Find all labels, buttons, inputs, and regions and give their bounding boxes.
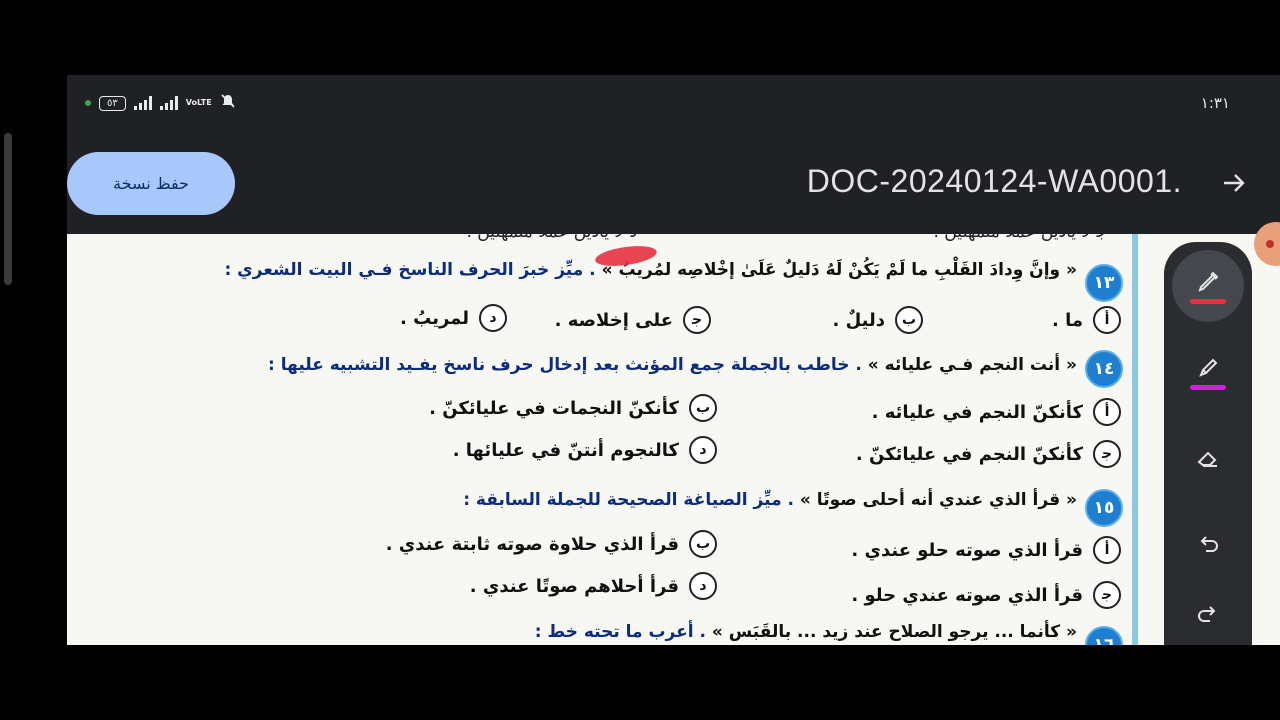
option-text: قرأ الذي حلاوة صوته ثابتة عندي . (385, 533, 679, 555)
answer-option: د كالنجوم أنتنّ في عليائها . (453, 436, 717, 464)
question-prompt: « كأنما ... يرجو الصلاح عند زيد ... بالق… (535, 622, 1077, 642)
question-instruction: . خاطب بالجملة جمع المؤنث بعد إدخال حرف … (268, 355, 862, 375)
signal-bars-2-icon (159, 96, 178, 110)
option-letter: أ (1093, 398, 1121, 426)
document-title: DOC-20240124-WA0001. (806, 163, 1182, 199)
question-number-badge: ١٦ (1085, 626, 1123, 645)
answer-option: ﺟ على إخلاصه . (555, 306, 711, 334)
volte-icon: VoLTE (185, 98, 212, 107)
question-number-badge: ١٣ (1085, 264, 1123, 302)
top-app-bar: حفظ نسخة DOC-20240124-WA0001. (67, 133, 1280, 234)
question-prompt: « وإنَّ وِدادَ القَلْبِ ما لَمْ يَكُنْ ل… (224, 260, 1077, 280)
pen-color-indicator (1190, 299, 1226, 304)
answer-option: د قرأ أحلاهم صوتًا عندي . (470, 572, 717, 600)
redo-button[interactable] (1172, 578, 1244, 645)
tablet-screen: ٥٣ VoLTE ١:٣١ حفظ نسخة DOC-20240124-WA00… (67, 75, 1280, 645)
question-quote: « قرأ الذي عندي أنه أحلى صوتًا » (799, 490, 1077, 510)
arrow-right-icon[interactable] (1220, 169, 1248, 203)
answer-option: ب كأنكنّ النجمات في عليائكنّ . (429, 394, 717, 422)
highlighter-icon (1194, 354, 1222, 382)
pen-tool-button[interactable] (1172, 250, 1244, 322)
option-text: قرأ الذي صوته عندي حلو . (851, 584, 1083, 606)
answer-option: ﺟ كأنكنّ النجم في عليائكنّ . (856, 440, 1121, 468)
question-quote: « وإنَّ وِدادَ القَلْبِ ما لَمْ يَكُنْ ل… (601, 260, 1077, 280)
battery-icon: ٥٣ (99, 95, 126, 111)
question-number-badge: ١٥ (1085, 489, 1123, 527)
eraser-tool-button[interactable] (1172, 422, 1244, 494)
question-instruction: . ميِّز خبرَ الحرف الناسخ فـي البيت الشع… (224, 260, 596, 280)
option-text: لمريبُ . (400, 307, 469, 329)
status-bar: ٥٣ VoLTE ١:٣١ (67, 75, 1280, 133)
clock: ١:٣١ (1200, 94, 1230, 112)
question-number-badge: ١٤ (1085, 350, 1123, 388)
redo-icon (1194, 600, 1222, 628)
question-prompt: « أنت النجم فـي عليائه » . خاطب بالجملة … (268, 355, 1077, 375)
option-text: كالنجوم أنتنّ في عليائها . (452, 439, 679, 461)
question-quote: « أنت النجم فـي عليائه » (867, 355, 1077, 375)
undo-icon (1194, 530, 1222, 558)
status-indicators: ٥٣ VoLTE (85, 93, 236, 113)
option-letter: ﺟ (683, 306, 711, 334)
option-letter: د (689, 572, 717, 600)
answer-option: ب دليلٌ . (832, 306, 923, 334)
answer-option: أ كأنكنّ النجم في عليائه . (872, 398, 1121, 426)
answer-option: أ ما . (1052, 306, 1121, 334)
undo-button[interactable] (1172, 508, 1244, 580)
question-prompt: « قرأ الذي عندي أنه أحلى صوتًا » . ميِّز… (463, 490, 1077, 510)
answer-option: د لمريبُ . (400, 304, 507, 332)
option-text: كأنكنّ النجم في عليائه . (871, 401, 1083, 423)
option-letter: ب (895, 306, 923, 334)
option-letter: د (479, 304, 507, 332)
option-text: قرأ أحلاهم صوتًا عندي . (469, 575, 679, 597)
answer-option: ب قرأ الذي حلاوة صوته ثابتة عندي . (386, 530, 717, 558)
option-letter: د (689, 436, 717, 464)
answer-option: ﺟ قرأ الذي صوته عندي حلو . (851, 581, 1121, 609)
option-text: قرأ الذي صوته حلو عندي . (851, 539, 1083, 561)
save-copy-button[interactable]: حفظ نسخة (67, 152, 235, 215)
highlighter-color-indicator (1190, 385, 1226, 390)
side-bezel (4, 133, 12, 285)
eraser-icon (1194, 444, 1222, 472)
question-instruction: . أعرب ما تحته خط : (534, 622, 706, 642)
answer-option: أ قرأ الذي صوته حلو عندي . (851, 536, 1121, 564)
option-letter: أ (1093, 536, 1121, 564)
option-text: ما . (1051, 309, 1083, 331)
question-instruction: . ميِّز الصياغة الصحيحة للجملة السابقة : (463, 490, 794, 510)
option-text: دليلٌ . (832, 309, 885, 331)
option-letter: ب (689, 530, 717, 558)
annotation-toolbar (1164, 242, 1252, 645)
pen-icon (1194, 268, 1222, 296)
option-letter: ب (689, 394, 717, 422)
document-view[interactable]: ﺟ لا يادين عملاً متمهلين . د لا يادين عم… (67, 234, 1280, 645)
cut-off-option-right: ﺟ لا يادين عملاً متمهلين . (934, 234, 1108, 242)
signal-bars-icon (133, 96, 152, 110)
document-page: ﺟ لا يادين عملاً متمهلين . د لا يادين عم… (67, 234, 1137, 645)
silent-bell-icon (220, 93, 236, 113)
option-text: كأنكنّ النجم في عليائكنّ . (855, 443, 1083, 465)
cut-off-option-left: د لا يادين عملاً متمهلين . (466, 234, 637, 242)
option-text: على إخلاصه . (554, 309, 673, 331)
page-border (1132, 234, 1138, 645)
option-letter: ﺟ (1093, 581, 1121, 609)
notification-dot-icon (85, 100, 91, 106)
option-letter: أ (1093, 306, 1121, 334)
question-quote: « كأنما ... يرجو الصلاح عند زيد ... بالق… (711, 622, 1077, 642)
highlighter-tool-button[interactable] (1172, 336, 1244, 408)
option-letter: ﺟ (1093, 440, 1121, 468)
option-text: كأنكنّ النجمات في عليائكنّ . (429, 397, 679, 419)
